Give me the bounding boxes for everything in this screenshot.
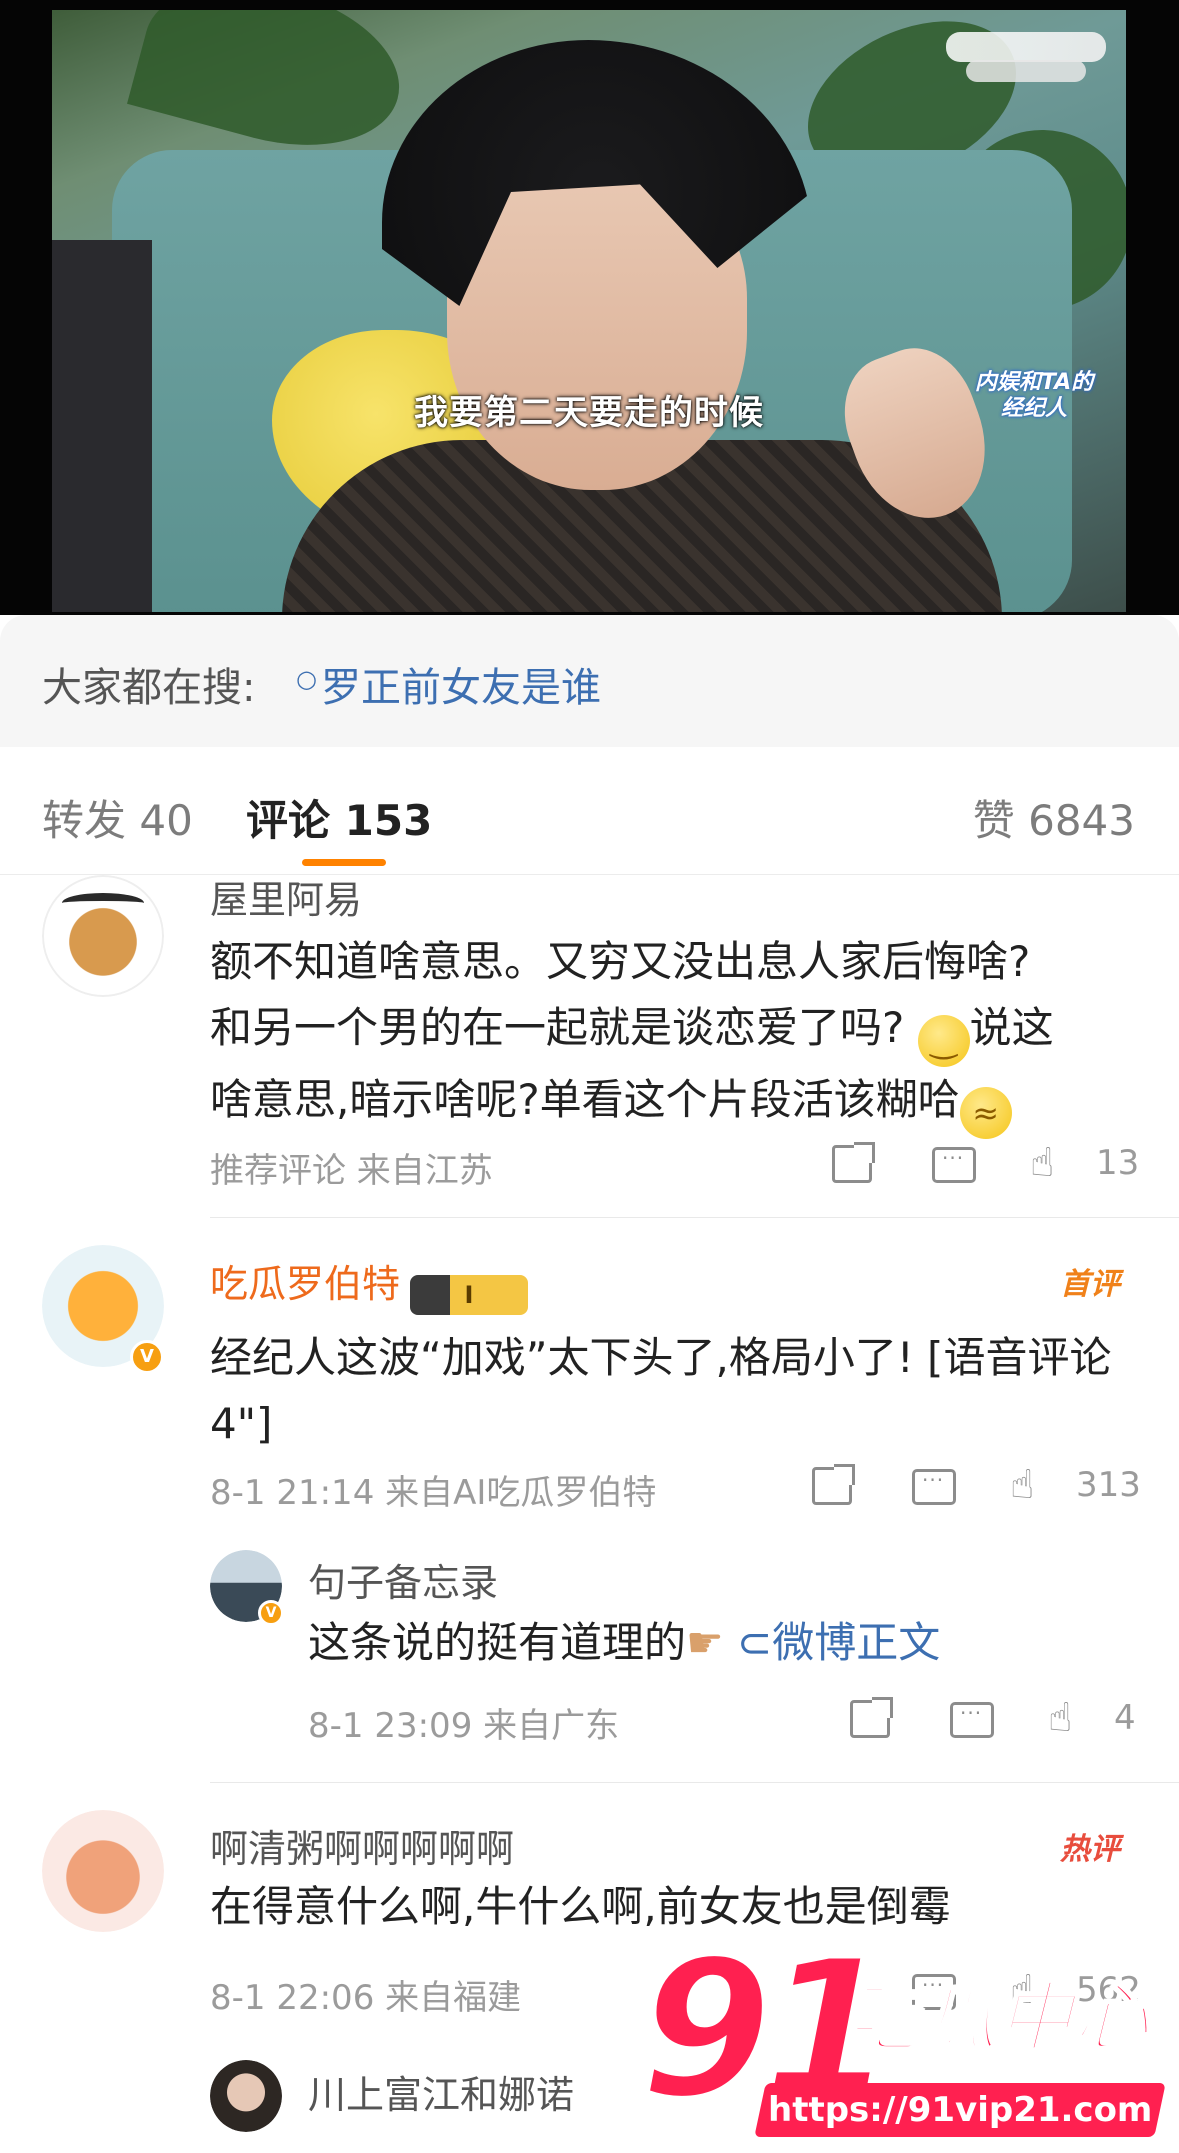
divider	[210, 1217, 1179, 1218]
reply-text: 这条说的挺有道理的☛ ⊂微博正文	[308, 1618, 941, 1667]
hot-search-query: 罗正前女友是谁	[320, 665, 601, 711]
link-icon: ⊂	[737, 1618, 773, 1667]
like-icon[interactable]: ☝	[1048, 1696, 1092, 1740]
search-icon: ○	[296, 665, 317, 693]
pointing-hand-emoji-icon: ☛	[686, 1618, 724, 1667]
comment-text: 额不知道啥意思。又穷又没出息人家后悔啥? 和另一个男的在一起就是谈恋爱了吗? ‿…	[210, 929, 1150, 1139]
comment-username[interactable]: 啊清粥啊啊啊啊啊	[210, 1818, 514, 1873]
video-player[interactable]: 我要第二天要走的时候 内娱和TA的经纪人	[0, 0, 1179, 615]
reply-username[interactable]: 川上富江和娜诺	[308, 2064, 574, 2119]
reply-meta: 8-1 23:09 来自广东	[308, 1706, 620, 1746]
avatar[interactable]	[42, 875, 164, 997]
comment-meta: 推荐评论 来自江苏	[210, 1151, 493, 1191]
tab-repost[interactable]: 转发 40	[42, 787, 193, 848]
hot-search-prefix: 大家都在搜:	[42, 665, 256, 711]
weibo-post-link[interactable]: ⊂微博正文	[737, 1618, 940, 1667]
comment-username[interactable]: 吃瓜罗伯特 I	[210, 1253, 529, 1315]
video-frame[interactable]: 我要第二天要走的时候 内娱和TA的经纪人	[52, 10, 1126, 612]
verified-badge-icon: V	[258, 1600, 284, 1626]
reply-username[interactable]: 句子备忘录	[308, 1552, 498, 1607]
tab-likes[interactable]: 赞 6843	[973, 787, 1135, 848]
hot-search-bar[interactable]: 大家都在搜: ○ 罗正前女友是谁	[0, 615, 1179, 747]
comment-text: 经纪人这波“加戏”太下头了,格局小了! [语音评论 4"]	[210, 1333, 1112, 1448]
blurred-watermark-2	[966, 60, 1086, 82]
share-icon[interactable]	[832, 1142, 875, 1183]
reply-icon[interactable]	[912, 1468, 956, 1505]
hot-comment-tag: 热评	[1060, 1832, 1120, 1867]
salute-emoji-icon: ≈	[959, 1087, 1012, 1139]
blurred-watermark	[946, 32, 1106, 62]
like-icon[interactable]: ☝	[1030, 1141, 1074, 1185]
like-icon[interactable]: ☝	[1010, 1463, 1054, 1507]
vip-crown-badge-icon: I	[410, 1275, 529, 1315]
share-icon[interactable]	[812, 1464, 855, 1505]
avatar[interactable]	[210, 2060, 282, 2132]
comment-item: V 吃瓜罗伯特 I 首评 经纪人这波“加戏”太下头了,格局小了! [语音评论 4"…	[0, 1245, 1179, 1545]
watermark-url: https://91vip21.com	[754, 2083, 1166, 2137]
show-logo: 内娱和TA的经纪人	[974, 370, 1094, 421]
plant-leaf	[127, 10, 417, 172]
site-watermark: 91 吃瓜中心 https://91vip21.com	[638, 1933, 1170, 2145]
first-comment-tag: 首评	[1060, 1267, 1120, 1302]
reply-item: V 句子备忘录 这条说的挺有道理的☛ ⊂微博正文 8-1 23:09 来自广东 …	[0, 1550, 1179, 1750]
hot-search-link[interactable]: ○ 罗正前女友是谁	[296, 655, 601, 713]
comment-meta: 8-1 22:06 来自福建	[210, 1978, 522, 2018]
verified-badge-icon: V	[130, 1340, 164, 1374]
like-count: 313	[1076, 1465, 1141, 1505]
comment-meta: 8-1 21:14 来自AI吃瓜罗伯特	[210, 1473, 657, 1513]
comment-username[interactable]: 屋里阿易	[210, 869, 362, 924]
reply-icon[interactable]	[932, 1146, 976, 1183]
like-count: 4	[1114, 1698, 1136, 1738]
comment-item: 屋里阿易 额不知道啥意思。又穷又没出息人家后悔啥? 和另一个男的在一起就是谈恋爱…	[0, 875, 1179, 1215]
avatar[interactable]	[42, 1810, 164, 1932]
divider	[210, 1782, 1179, 1783]
tab-bar: 转发 40 评论 153 赞 6843	[0, 747, 1179, 875]
watermark-brand: 吃瓜中心	[844, 1972, 1151, 2064]
active-tab-indicator	[302, 859, 386, 866]
reply-icon[interactable]	[950, 1701, 994, 1738]
smile-emoji-icon: ‿	[917, 1015, 970, 1067]
share-icon[interactable]	[850, 1697, 893, 1738]
like-count: 13	[1096, 1143, 1140, 1183]
